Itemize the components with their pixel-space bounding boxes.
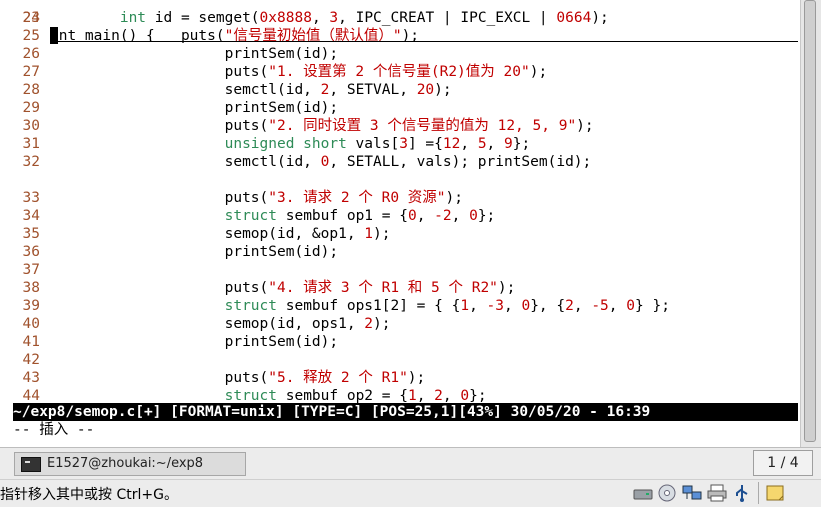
tray-separator (758, 482, 759, 504)
line-number: 26 (22, 46, 40, 62)
vertical-scrollbar[interactable] (800, 0, 821, 447)
code-text: semop(id, ops1, 2); (224, 316, 391, 332)
code-text: printSem(id); (224, 244, 339, 260)
code-text: puts("1. 设置第 2 个信号量(R2)值为 20"); (224, 64, 548, 80)
vim-status-bar: ~/exp8/semop.c[+] [FORMAT=unix] [TYPE=C]… (13, 403, 798, 421)
text-cursor (50, 27, 58, 44)
line-number: 39 (22, 298, 40, 314)
code-text: printSem(id); (224, 100, 339, 116)
hard-disk-icon[interactable] (632, 483, 654, 503)
vim-mode-indicator: -- 插入 -- (13, 422, 95, 438)
code-text: unsigned short vals[3] ={12, 5, 9}; (224, 136, 531, 152)
line-number: 36 (22, 244, 40, 260)
window-label: E1527@zhoukai:~/exp8 (47, 456, 204, 471)
printer-icon[interactable] (706, 483, 728, 503)
line-number: 24 (22, 10, 40, 26)
code-text: puts("3. 请求 2 个 R0 资源"); (224, 190, 463, 206)
code-text: semctl(id, 0, SETALL, vals); printSem(id… (224, 154, 592, 170)
line-number: 27 (22, 64, 40, 80)
status-message: 指针移入其中或按 Ctrl+G。 (0, 487, 178, 503)
usb-icon[interactable] (731, 483, 753, 503)
line-number: 31 (22, 136, 40, 152)
line-number: 37 (22, 262, 40, 278)
editor-area[interactable]: 23 int main() { 24 int id = semget(0x888… (0, 0, 800, 445)
vm-status-line: 指针移入其中或按 Ctrl+G。 (0, 479, 821, 507)
code-text: printSem(id); (224, 46, 339, 62)
cursor-line (58, 41, 798, 42)
terminal-icon (21, 457, 41, 472)
code-text: puts("2. 同时设置 3 个信号量的值为 12, 5, 9"); (224, 118, 594, 134)
code-text: puts("5. 释放 2 个 R1"); (224, 370, 426, 386)
code-text: struct sembuf op1 = {0, -2, 0}; (224, 208, 496, 224)
line-23-partial: 23 int main() { (0, 0, 155, 44)
line-number: 34 (22, 208, 40, 224)
workspace-pager[interactable]: 1 / 4 (753, 450, 813, 476)
taskbar: E1527@zhoukai:~/exp8 1 / 4 (0, 447, 821, 480)
line-number: 40 (22, 316, 40, 332)
line-number: 38 (22, 280, 40, 296)
scrollbar-thumb[interactable] (804, 0, 816, 442)
line-number: 43 (22, 370, 40, 386)
code-text: puts("信号量初始值（默认值）"); (180, 28, 420, 44)
code-text: semop(id, &op1, 1); (224, 226, 391, 242)
code-text: struct sembuf ops1[2] = { {1, -3, 0}, {2… (224, 298, 670, 314)
code-text: semctl(id, 2, SETVAL, 20); (224, 82, 452, 98)
notes-icon[interactable] (765, 483, 787, 503)
code-text: puts("4. 请求 3 个 R1 和 5 个 R2"); (224, 280, 516, 296)
network-icon[interactable] (681, 483, 703, 503)
line-number: 33 (22, 190, 40, 206)
code-text: printSem(id); (224, 334, 339, 350)
taskbar-window-button[interactable]: E1527@zhoukai:~/exp8 (14, 452, 246, 476)
line-number: 29 (22, 100, 40, 116)
line-number: 35 (22, 226, 40, 242)
line-number: 42 (22, 352, 40, 368)
cd-drive-icon[interactable] (656, 483, 678, 503)
line-number: 25 (22, 28, 40, 44)
line-number: 32 (22, 154, 40, 170)
line-number: 41 (22, 334, 40, 350)
line-number: 30 (22, 118, 40, 134)
line-number: 28 (22, 82, 40, 98)
code-text: int id = semget(0x8888, 3, IPC_CREAT | I… (119, 10, 609, 26)
